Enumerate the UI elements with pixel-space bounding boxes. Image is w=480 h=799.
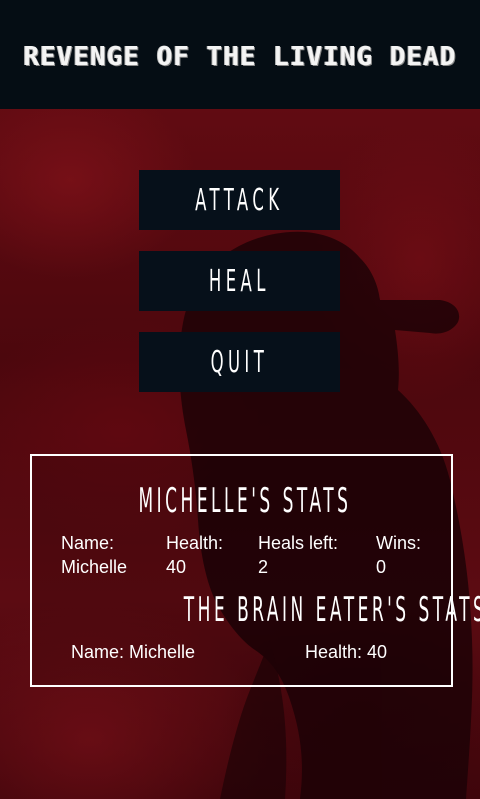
player-heals-value: 2 [258, 557, 269, 577]
quit-button-label: QUIT [210, 344, 269, 380]
quit-button[interactable]: QUIT [139, 332, 340, 392]
player-health-value: 40 [166, 557, 187, 577]
player-heals-label: Heals left: [258, 533, 339, 553]
attack-button-label: ATTACK [195, 182, 284, 218]
app-header: REVENGE OF THE LIVING DEAD [0, 0, 480, 109]
game-title: REVENGE OF THE LIVING DEAD [23, 41, 457, 72]
heal-button-label: HEAL [209, 263, 270, 299]
player-stats-heading: MICHELLE'S STATS [138, 481, 352, 521]
enemy-stats-heading: THE BRAIN EATER'S STATS [183, 590, 480, 630]
player-name-label: Name: [61, 533, 115, 553]
player-wins-label: Wins: [376, 533, 421, 553]
enemy-name: Name: Michelle [71, 642, 196, 662]
player-wins-value: 0 [376, 557, 387, 577]
stats-panel: MICHELLE'S STATS Name: Michelle Health: … [30, 454, 480, 687]
heal-button[interactable]: HEAL [139, 251, 340, 311]
player-health-label: Health: [166, 533, 224, 553]
enemy-health: Health: 40 [305, 642, 388, 662]
player-name-value: Michelle [61, 557, 128, 577]
attack-button[interactable]: ATTACK [139, 170, 340, 230]
